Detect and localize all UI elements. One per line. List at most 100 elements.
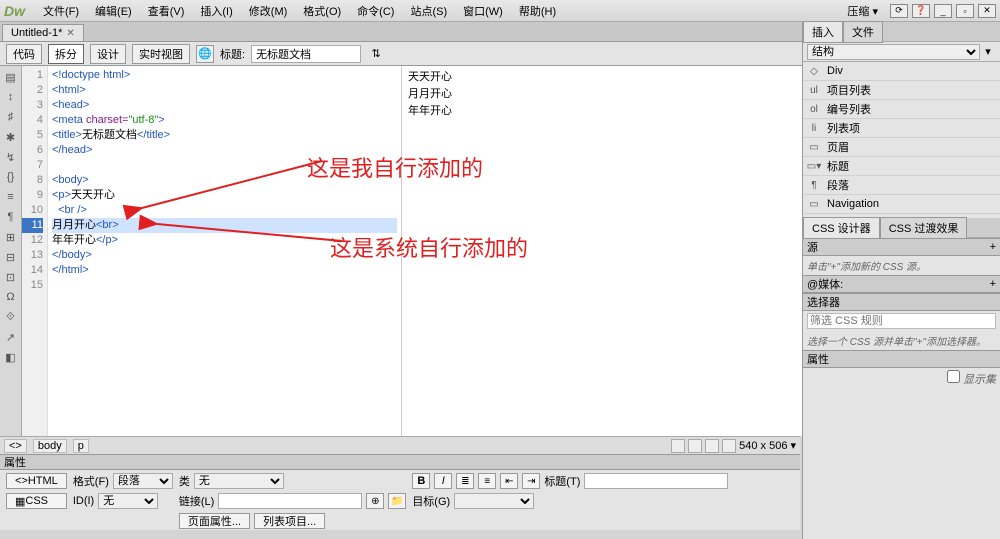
tool-icon[interactable]: ≡ [2,188,20,206]
menu-insert[interactable]: 插入(I) [192,1,240,21]
target-select[interactable] [454,493,534,509]
tool-icon[interactable]: ↕ [2,88,20,106]
insert-item[interactable]: ▭ Navigation [803,195,1000,214]
format-select[interactable]: 段落 [113,473,173,489]
css-designer-tab[interactable]: CSS 设计器 [803,217,880,239]
italic-button[interactable]: I [434,473,452,489]
tool-icon[interactable]: ↗ [2,328,20,346]
tool-icon[interactable]: ⊟ [2,248,20,266]
close-icon[interactable]: ✕ [66,28,74,39]
tool-icon[interactable]: ¶ [2,208,20,226]
link-input[interactable] [218,493,362,509]
sync-icon[interactable]: ⟳ [890,4,908,18]
indent-button[interactable]: ⇥ [522,473,540,489]
menu-window[interactable]: 窗口(W) [455,1,511,21]
properties-title[interactable]: 属性 [0,454,800,470]
insert-panel-tab[interactable]: 插入 [803,21,843,43]
help-icon[interactable]: ❓ [912,4,930,18]
code-view-button[interactable]: 代码 [6,44,42,64]
item-label: Navigation [827,198,879,210]
tool-icon[interactable]: ▤ [2,68,20,86]
tool-icon[interactable]: ◧ [2,348,20,366]
code-pane[interactable]: 123456789101112131415 <!doctype html><ht… [22,66,402,436]
insert-item[interactable]: ▭▾标题 [803,157,1000,176]
menu-modify[interactable]: 修改(M) [241,1,296,21]
design-view-button[interactable]: 设计 [90,44,126,64]
props-title: 属性 [807,351,829,367]
list-item-button[interactable]: 列表项目... [254,513,325,529]
maximize-button[interactable]: ▫ [956,4,974,18]
document-tab[interactable]: Untitled-1* ✕ [2,24,84,41]
outdent-button[interactable]: ⇤ [500,473,518,489]
live-view-button[interactable]: 实时视图 [132,44,190,64]
insert-item[interactable]: ▭页眉 [803,138,1000,157]
insert-item[interactable]: ol编号列表 [803,100,1000,119]
tool-icon[interactable]: ♯ [2,108,20,126]
close-button[interactable]: ✕ [978,4,996,18]
ul-button[interactable]: ≣ [456,473,474,489]
add-media-button[interactable]: + [990,278,996,290]
tool-icon[interactable]: {} [2,168,20,186]
device-icon[interactable] [671,439,685,453]
class-select[interactable]: 无 [194,473,284,489]
sort-icon[interactable]: ⇅ [367,45,385,63]
tool-icon[interactable]: ↯ [2,148,20,166]
preview-line: 月月开心 [408,88,452,100]
bold-button[interactable]: B [412,473,430,489]
ol-button[interactable]: ≡ [478,473,496,489]
tag-crumb[interactable]: body [33,439,67,453]
viewport-size[interactable]: 540 x 506 [739,440,787,452]
css-transition-tab[interactable]: CSS 过渡效果 [880,217,968,239]
properties-panel: <> HTML ▦ CSS 格式(F) 段落 ID(I) 无 类 无 链接(L)… [0,470,800,530]
insert-item[interactable]: ◇Div [803,62,1000,81]
link-folder-icon[interactable]: 📁 [388,493,406,509]
link-browse-icon[interactable]: ⊕ [366,493,384,509]
link-label: 链接(L) [179,493,214,509]
menu-commands[interactable]: 命令(C) [349,1,402,21]
tag-crumb[interactable]: p [73,439,89,453]
tag-selector-icon[interactable]: <> [4,439,27,453]
menu-view[interactable]: 查看(V) [140,1,193,21]
globe-icon[interactable]: 🌐 [196,45,214,63]
menu-file[interactable]: 文件(F) [35,1,87,21]
sources-title: 源 [807,239,818,255]
structure-select[interactable]: 结构 [807,44,980,60]
selectors-msg: 选择一个 CSS 源并单击"+"添加选择器。 [803,331,1000,350]
device-icon[interactable] [688,439,702,453]
title-input[interactable] [251,45,361,63]
insert-item[interactable]: li列表项 [803,119,1000,138]
minimize-button[interactable]: _ [934,4,952,18]
item-icon: ▭▾ [807,159,821,173]
item-icon: ul [807,83,821,97]
tool-icon[interactable]: ⟐ [2,308,20,326]
preview-line: 年年开心 [408,105,452,117]
menu-format[interactable]: 格式(O) [295,1,349,21]
device-icon[interactable] [705,439,719,453]
tool-icon[interactable]: ⊡ [2,268,20,286]
insert-item[interactable]: ul项目列表 [803,81,1000,100]
html-mode-button[interactable]: <> HTML [6,473,67,489]
title-input[interactable] [584,473,728,489]
item-label: Div [827,65,843,77]
add-source-button[interactable]: + [990,241,996,253]
css-mode-button[interactable]: ▦ CSS [6,493,67,509]
tool-icon[interactable]: ✱ [2,128,20,146]
id-select[interactable]: 无 [98,493,158,509]
item-icon: ▭ [807,197,821,211]
tool-icon[interactable]: Ω [2,288,20,306]
split-view-button[interactable]: 拆分 [48,44,84,64]
insert-item[interactable]: ¶段落 [803,176,1000,195]
tool-icon[interactable]: ⊞ [2,228,20,246]
layout-switcher[interactable]: 压缩 ▾ [839,1,886,21]
menu-help[interactable]: 帮助(H) [511,1,564,21]
item-label: 段落 [827,177,849,193]
selector-filter-input[interactable] [807,313,996,329]
device-icon[interactable] [722,439,736,453]
show-set-checkbox[interactable]: 显示集 [947,374,996,386]
code-text[interactable]: <!doctype html><html><head><meta charset… [48,66,401,436]
page-properties-button[interactable]: 页面属性... [179,513,250,529]
item-icon: ol [807,102,821,116]
files-panel-tab[interactable]: 文件 [843,21,883,43]
menu-edit[interactable]: 编辑(E) [87,1,140,21]
menu-site[interactable]: 站点(S) [402,1,455,21]
